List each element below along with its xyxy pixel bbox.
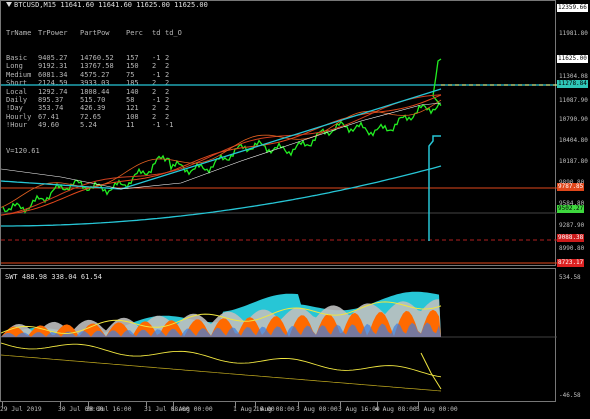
time-tick	[2, 402, 3, 408]
time-tick	[255, 402, 256, 408]
main-chart-panel[interactable]: BTCUSD,M15 11641.60 11641.60 11625.00 11…	[0, 0, 557, 266]
time-tick	[146, 402, 147, 408]
osc-yellow-lower	[1, 342, 442, 378]
ma-white	[1, 102, 442, 190]
price-tag: 9787.85	[557, 183, 585, 191]
price-tag: 12359.66	[557, 4, 588, 12]
osc-yellow-tail	[420, 352, 442, 390]
price-label: 11981.80	[559, 30, 588, 37]
time-tick	[418, 402, 419, 408]
osc-scale-bottom: -46.58	[559, 392, 581, 399]
ma-cyan-lower	[1, 165, 442, 227]
price-tag: 9088.38	[557, 234, 585, 242]
time-label: 1 Aug 00:00	[171, 406, 213, 413]
price-label: 10790.90	[559, 116, 588, 123]
price-chart-canvas	[1, 58, 557, 264]
price-label: 8990.80	[559, 245, 585, 252]
price-label: 10187.80	[559, 158, 588, 165]
time-tick	[88, 402, 89, 408]
time-label: 3 Aug 16:00	[338, 406, 380, 413]
price-label: 9287.90	[559, 222, 585, 229]
price-line	[2, 58, 442, 214]
price-tag: 9502.27	[557, 205, 585, 213]
price-label: 10404.80	[559, 137, 588, 144]
osc-scale-top: 534.58	[559, 274, 581, 281]
time-label: 3 Aug 00:00	[296, 406, 338, 413]
time-label: 5 Aug 00:00	[416, 406, 458, 413]
price-tag: 11625.00	[557, 55, 588, 63]
ma-cyan-upper	[1, 88, 442, 190]
price-tag: 8723.17	[557, 259, 585, 267]
time-tick	[298, 402, 299, 408]
price-tag: 11278.84	[557, 80, 588, 88]
time-label: 29 Jul 2019	[0, 406, 42, 413]
oscillator-panel[interactable]: SWT 488.98 338.04 61.54	[0, 268, 557, 402]
time-label: 30 Jul 16:00	[86, 406, 132, 413]
time-label: 2 Aug 08:00	[253, 406, 295, 413]
price-label: 11087.90	[559, 97, 588, 104]
time-tick	[235, 402, 236, 408]
time-label: 4 Aug 08:00	[375, 406, 417, 413]
time-tick	[173, 402, 174, 408]
time-tick	[340, 402, 341, 408]
time-tick	[377, 402, 378, 408]
oscillator-canvas	[1, 291, 557, 392]
price-label: 11304.08	[559, 73, 588, 80]
time-tick	[60, 402, 61, 408]
